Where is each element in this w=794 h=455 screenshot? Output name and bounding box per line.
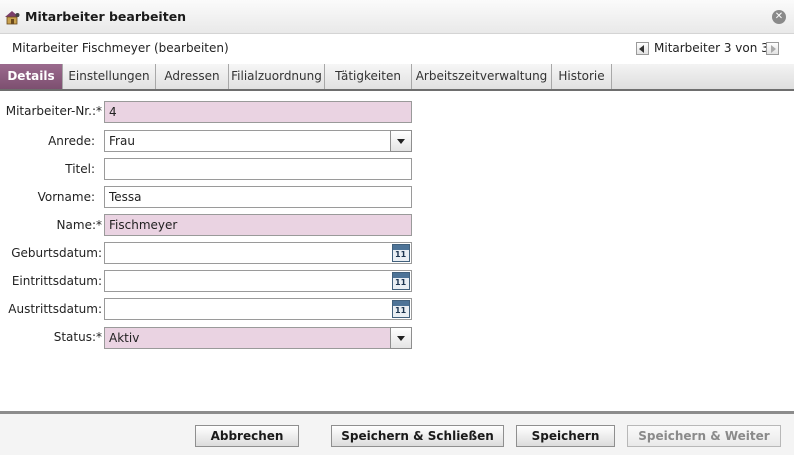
next-record-button[interactable] bbox=[766, 42, 779, 55]
window-title: Mitarbeiter bearbeiten bbox=[25, 9, 187, 24]
eintrittsdatum-field[interactable]: 11 bbox=[104, 270, 412, 292]
label-mitarbeiter-nr: Mitarbeiter-Nr.:* bbox=[5, 104, 102, 118]
calendar-icon[interactable]: 11 bbox=[392, 244, 410, 262]
save-button[interactable]: Speichern bbox=[516, 425, 615, 447]
status-value: Aktiv bbox=[109, 331, 140, 345]
label-anrede: Anrede: bbox=[48, 134, 95, 148]
label-austrittsdatum: Austrittsdatum: bbox=[8, 302, 102, 316]
tab-einstellungen[interactable]: Einstellungen bbox=[63, 64, 156, 89]
mitarbeiter-nr-field[interactable]: 4 bbox=[104, 101, 412, 123]
label-titel: Titel: bbox=[65, 162, 95, 176]
save-next-button[interactable]: Speichern & Weiter bbox=[627, 425, 781, 447]
window-titlebar: Mitarbeiter bearbeiten ✕ bbox=[0, 0, 794, 34]
record-title: Mitarbeiter Fischmeyer (bearbeiten) bbox=[12, 41, 229, 55]
tab-taetigkeiten[interactable]: Tätigkeiten bbox=[325, 64, 412, 89]
record-header: Mitarbeiter Fischmeyer (bearbeiten) Mita… bbox=[0, 34, 794, 64]
tab-adressen[interactable]: Adressen bbox=[156, 64, 229, 89]
label-eintrittsdatum: Eintrittsdatum: bbox=[11, 274, 102, 288]
cancel-button[interactable]: Abbrechen bbox=[195, 425, 299, 447]
pager-text: Mitarbeiter 3 von 3 bbox=[654, 41, 769, 55]
calendar-icon[interactable]: 11 bbox=[392, 300, 410, 318]
geburtsdatum-field[interactable]: 11 bbox=[104, 242, 412, 264]
chevron-down-icon[interactable] bbox=[390, 130, 412, 152]
label-status: Status:* bbox=[53, 330, 102, 344]
anrede-value: Frau bbox=[109, 134, 135, 148]
name-field[interactable]: Fischmeyer bbox=[104, 214, 412, 236]
tab-filialzuordnung[interactable]: Filialzuordnung bbox=[229, 64, 325, 89]
tab-details[interactable]: Details bbox=[0, 64, 63, 89]
label-geburtsdatum: Geburtsdatum: bbox=[11, 246, 102, 260]
anrede-select[interactable]: Frau bbox=[104, 130, 412, 152]
button-bar: Abbrechen Speichern & Schließen Speicher… bbox=[0, 414, 794, 455]
titel-field[interactable] bbox=[104, 158, 412, 180]
tab-arbeitszeitverwaltung[interactable]: Arbeitszeitverwaltung bbox=[412, 64, 552, 89]
house-person-icon bbox=[5, 11, 20, 25]
chevron-down-icon[interactable] bbox=[390, 327, 412, 349]
save-close-button[interactable]: Speichern & Schließen bbox=[331, 425, 504, 447]
tab-bar: Details Einstellungen Adressen Filialzuo… bbox=[0, 64, 794, 91]
employee-form: Mitarbeiter-Nr.:* 4 Anrede: Frau Titel: … bbox=[0, 91, 794, 411]
close-icon[interactable]: ✕ bbox=[772, 10, 786, 24]
calendar-icon[interactable]: 11 bbox=[392, 272, 410, 290]
label-vorname: Vorname: bbox=[37, 190, 95, 204]
status-select[interactable]: Aktiv bbox=[104, 327, 412, 349]
tab-historie[interactable]: Historie bbox=[552, 64, 612, 89]
previous-record-button[interactable] bbox=[636, 42, 649, 55]
austrittsdatum-field[interactable]: 11 bbox=[104, 298, 412, 320]
vorname-field[interactable]: Tessa bbox=[104, 186, 412, 208]
label-name: Name:* bbox=[56, 218, 102, 232]
